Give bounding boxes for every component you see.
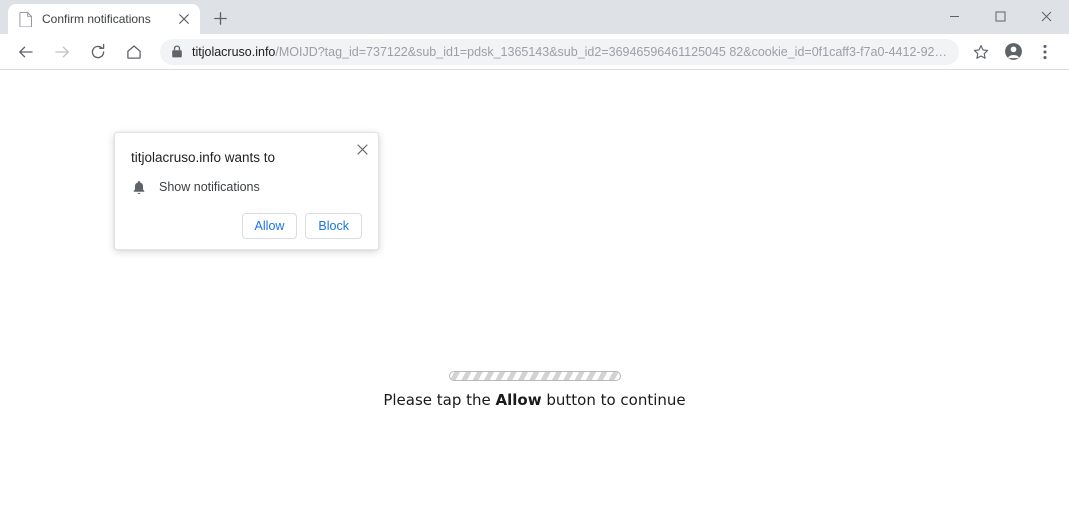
permission-row: Show notifications — [131, 179, 362, 195]
permission-label: Show notifications — [159, 180, 260, 194]
window-maximize-button[interactable] — [977, 0, 1023, 32]
bell-icon — [131, 179, 147, 195]
browser-tab[interactable]: Confirm notifications — [8, 4, 200, 34]
bookmark-star-icon[interactable] — [967, 38, 995, 66]
notification-permission-dialog: titjolacruso.info wants to Show notifica… — [114, 132, 379, 250]
forward-button — [48, 38, 76, 66]
new-tab-button[interactable] — [206, 4, 234, 32]
close-icon — [1041, 11, 1051, 21]
arrow-left-icon — [19, 46, 33, 57]
back-button[interactable] — [12, 38, 40, 66]
home-icon — [127, 44, 141, 59]
instruction-suffix: button to continue — [541, 391, 686, 409]
allow-button[interactable]: Allow — [241, 213, 298, 239]
window-minimize-button[interactable] — [931, 0, 977, 32]
window-controls — [931, 0, 1069, 32]
page-content: Please tap the Allow button to continue — [0, 371, 1069, 410]
chrome-menu-icon[interactable] — [1031, 38, 1059, 66]
arrow-right-icon — [55, 46, 69, 57]
profile-avatar-icon[interactable] — [999, 38, 1027, 66]
address-bar[interactable]: titjolacruso.info/MOIJD?tag_id=737122&su… — [160, 38, 959, 65]
page-viewport: Please tap the Allow button to continue … — [0, 70, 1069, 513]
block-button[interactable]: Block — [305, 213, 362, 239]
reload-icon — [91, 43, 105, 58]
dialog-close-icon[interactable] — [352, 139, 372, 159]
browser-window: Confirm notifications titjolacruso.info/… — [0, 0, 1069, 514]
address-bar-path: /MOIJD?tag_id=737122&sub_id1=pdsk_136514… — [275, 44, 953, 59]
page-icon — [18, 11, 34, 27]
tab-close-icon[interactable] — [176, 11, 192, 27]
instruction-prefix: Please tap the — [383, 391, 496, 409]
home-button[interactable] — [120, 38, 148, 66]
instruction-text: Please tap the Allow button to continue — [0, 390, 1069, 410]
plus-icon — [213, 11, 227, 25]
instruction-emphasis: Allow — [495, 391, 542, 409]
lock-icon — [170, 45, 184, 59]
maximize-icon — [995, 11, 1005, 21]
tab-strip: Confirm notifications — [0, 0, 1069, 34]
loading-progress-bar — [448, 371, 621, 381]
window-close-button[interactable] — [1023, 0, 1069, 32]
address-bar-text: titjolacruso.info/MOIJD?tag_id=737122&su… — [192, 44, 953, 60]
dialog-title: titjolacruso.info wants to — [131, 150, 276, 165]
browser-toolbar: titjolacruso.info/MOIJD?tag_id=737122&su… — [0, 34, 1069, 70]
address-bar-host: titjolacruso.info — [192, 44, 276, 59]
minimize-icon — [949, 15, 959, 17]
dialog-actions: Allow Block — [131, 213, 362, 239]
reload-button[interactable] — [84, 38, 112, 66]
tab-title: Confirm notifications — [42, 12, 151, 26]
